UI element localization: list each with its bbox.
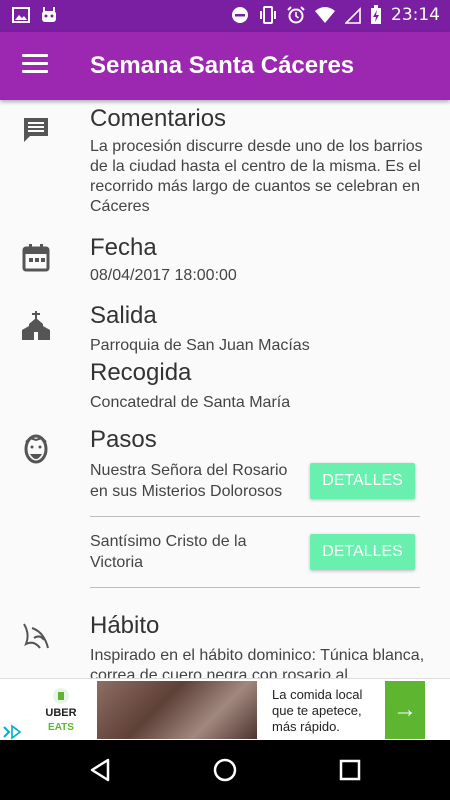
detalles-button[interactable]: DETALLES bbox=[310, 534, 415, 570]
paso-item: Nuestra Señora del Rosario en sus Mister… bbox=[90, 460, 420, 512]
signal-icon bbox=[345, 7, 361, 24]
paso-name: Nuestra Señora del Rosario en sus Mister… bbox=[90, 462, 288, 500]
comentarios-text: La procesión discurre desde uno de los b… bbox=[90, 138, 423, 215]
fecha-value: 08/04/2017 18:00:00 bbox=[90, 267, 237, 284]
recogida-section: Recogida Concatedral de Santa María bbox=[90, 359, 440, 413]
detalles-button[interactable]: DETALLES bbox=[310, 463, 415, 499]
habito-heading: Hábito bbox=[90, 612, 160, 639]
calendar-icon bbox=[22, 244, 50, 272]
fecha-section: Fecha 08/04/2017 18:00:00 bbox=[90, 234, 440, 286]
battery-icon bbox=[371, 5, 381, 24]
ad-text: La comida local que te apetece, más rápi… bbox=[272, 687, 363, 734]
wifi-icon bbox=[315, 7, 335, 23]
habit-icon bbox=[23, 623, 49, 649]
home-icon[interactable] bbox=[211, 756, 239, 784]
vibrate-icon bbox=[260, 6, 276, 24]
paso-item: Santísimo Cristo de la Victoria DETALLES bbox=[90, 531, 420, 583]
recent-apps-icon[interactable] bbox=[336, 756, 364, 784]
church-icon bbox=[22, 311, 50, 340]
back-icon[interactable] bbox=[86, 756, 114, 784]
status-bar: 23:14 bbox=[0, 0, 450, 32]
ad-choices-icon[interactable] bbox=[0, 723, 36, 741]
christ-face-icon bbox=[24, 434, 48, 464]
salida-heading: Salida bbox=[90, 302, 157, 329]
do-not-disturb-icon bbox=[232, 7, 248, 23]
pasos-section: Pasos bbox=[90, 426, 440, 454]
procession-detail[interactable]: Comentarios La procesión discurre desde … bbox=[0, 100, 450, 678]
image-notification-icon bbox=[12, 7, 30, 23]
comentarios-heading: Comentarios bbox=[90, 105, 227, 132]
ad-brand-top: UBER bbox=[45, 707, 76, 719]
salida-value: Parroquia de San Juan Macías bbox=[90, 337, 310, 354]
divider bbox=[90, 516, 420, 517]
recogida-value: Concatedral de Santa María bbox=[90, 394, 291, 411]
divider bbox=[90, 587, 420, 588]
fecha-heading: Fecha bbox=[90, 234, 157, 261]
ad-banner[interactable]: UBER EATS La comida local que te apetece… bbox=[0, 678, 450, 741]
habito-section: Hábito Inspirado en el hábito dominico: … bbox=[90, 612, 440, 678]
menu-icon[interactable] bbox=[22, 54, 48, 76]
habito-text: Inspirado en el hábito dominico: Túnica … bbox=[90, 647, 425, 678]
android-notification-icon bbox=[42, 7, 56, 22]
comentarios-section: Comentarios La procesión discurre desde … bbox=[90, 105, 440, 217]
alarm-icon bbox=[287, 6, 305, 24]
status-time: 23:14 bbox=[391, 5, 440, 25]
ad-food-image bbox=[97, 681, 257, 739]
navigation-bar bbox=[0, 740, 450, 800]
recogida-heading: Recogida bbox=[90, 359, 192, 386]
paso-name: Santísimo Cristo de la Victoria bbox=[90, 533, 247, 571]
app-title: Semana Santa Cáceres bbox=[90, 52, 355, 79]
salida-section: Salida Parroquia de San Juan Macías bbox=[90, 302, 440, 356]
ad-arrow-button[interactable]: → bbox=[385, 681, 425, 739]
comment-icon bbox=[24, 118, 48, 142]
ad-brand-bottom: EATS bbox=[48, 722, 74, 733]
app-bar: Semana Santa Cáceres bbox=[0, 32, 450, 100]
pasos-heading: Pasos bbox=[90, 426, 157, 453]
